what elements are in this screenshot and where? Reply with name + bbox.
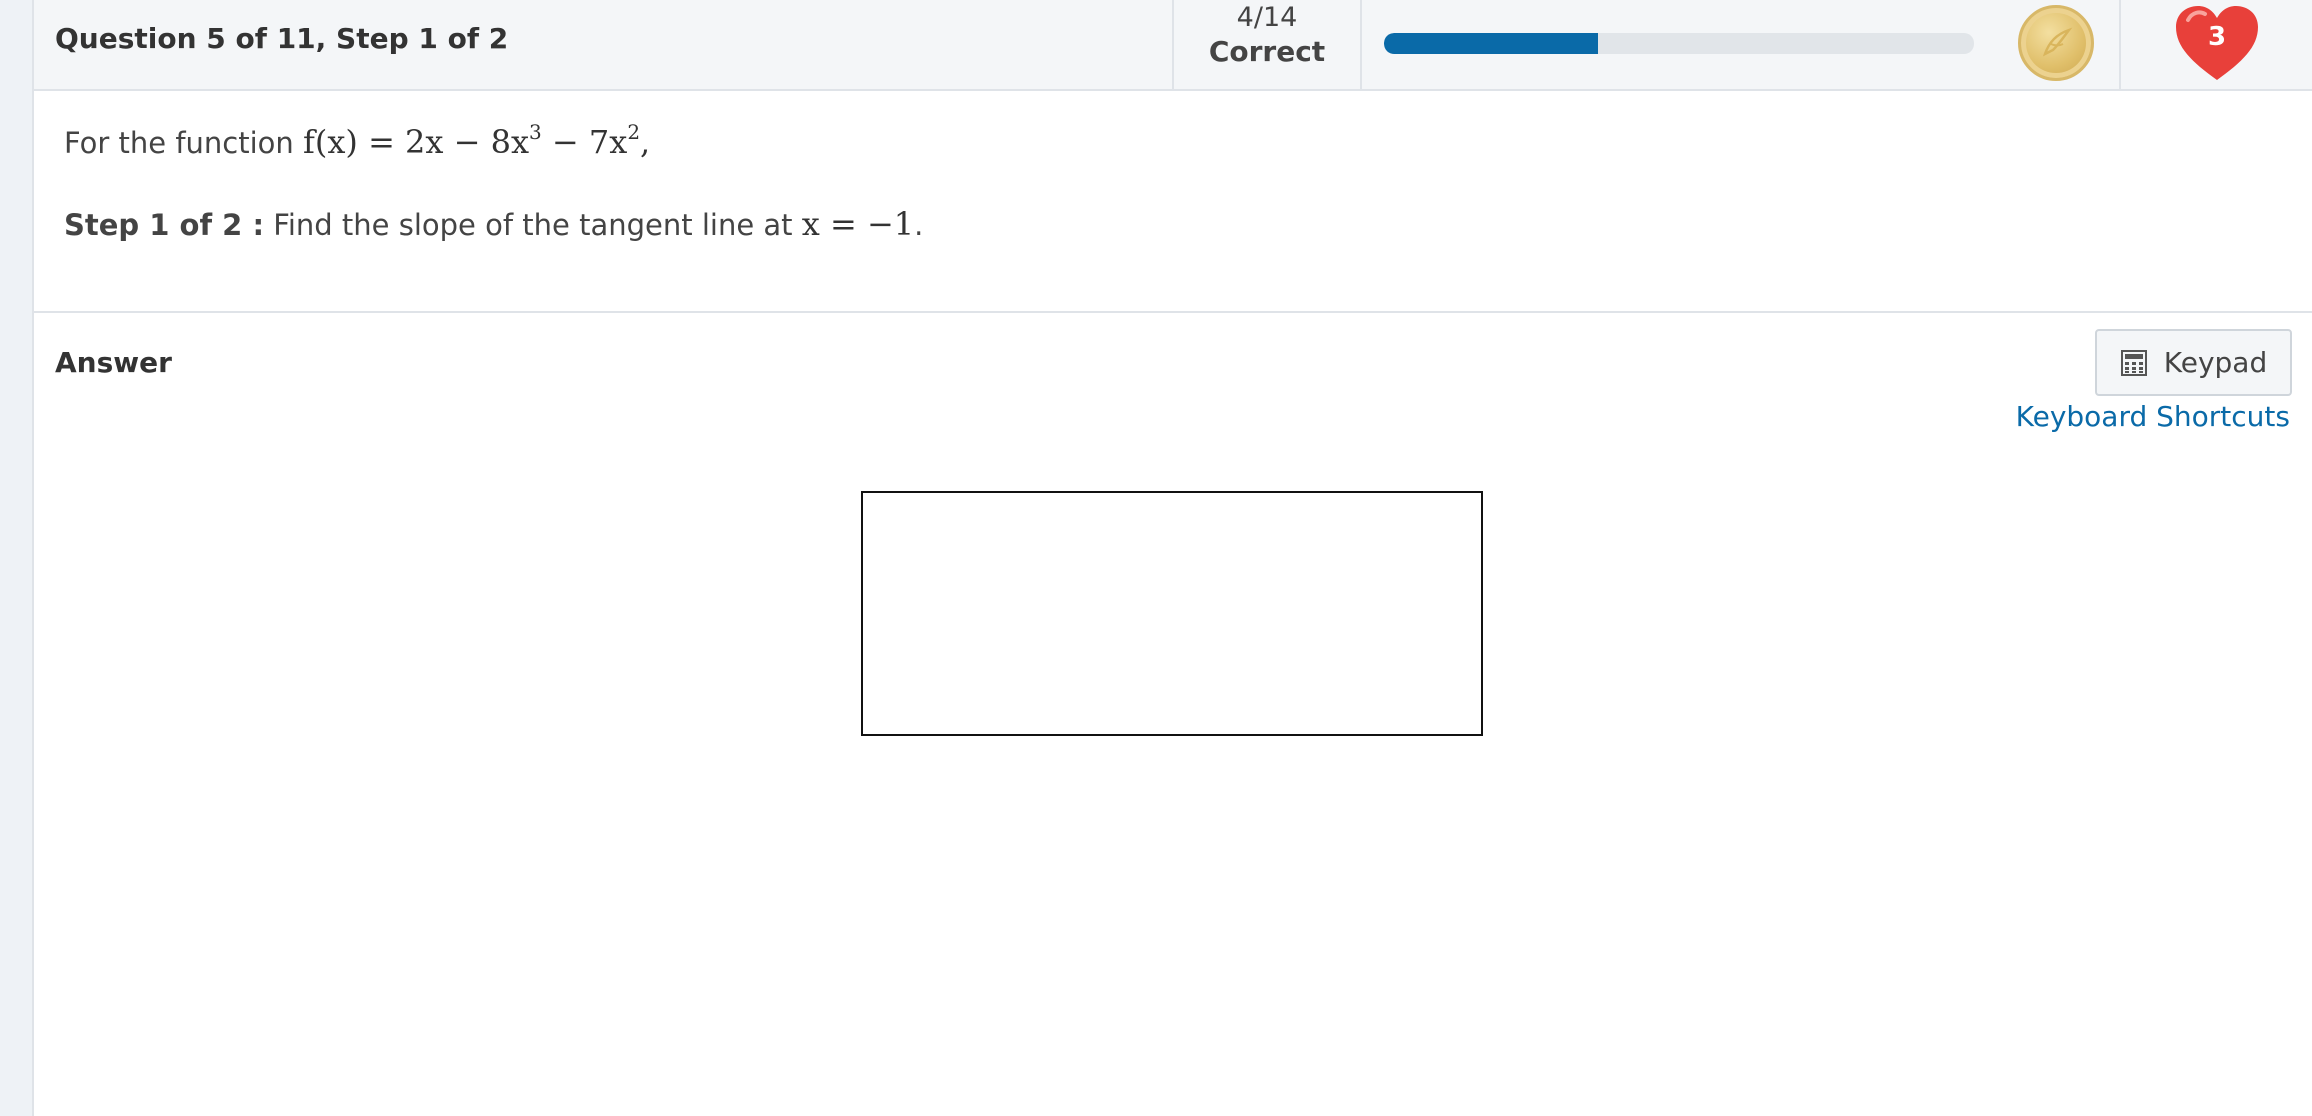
- function-lhs: f(x): [303, 123, 358, 161]
- step-prompt: Step 1 of 2 : Find the slope of the tang…: [64, 205, 923, 243]
- function-trailing-comma: ,: [640, 123, 651, 161]
- function-term-1: 2x: [405, 123, 444, 161]
- keyboard-shortcuts-link[interactable]: Keyboard Shortcuts: [2016, 400, 2290, 433]
- coin-icon: [2018, 5, 2094, 81]
- keypad-label: Keypad: [2163, 346, 2268, 379]
- question-intro: For the function: [64, 126, 294, 160]
- question-area: For the function f(x) = 2x − 8x3 − 7x2, …: [34, 91, 2312, 313]
- function-term-3: 7x: [588, 123, 628, 161]
- function-term-2: 8x: [490, 123, 530, 161]
- function-equals: =: [368, 123, 395, 161]
- lives-heart: 3: [2172, 2, 2262, 84]
- score-display: 4/14 Correct: [1172, 0, 1362, 89]
- step-label: Step 1 of 2 :: [64, 208, 265, 242]
- answer-input[interactable]: [861, 491, 1483, 736]
- header-divider: [2119, 0, 2121, 89]
- function-op-2: −: [551, 123, 579, 161]
- calculator-icon: [2120, 349, 2147, 376]
- lives-count: 3: [2207, 22, 2227, 52]
- step-trailing-period: .: [914, 208, 924, 242]
- function-expression: f(x) = 2x − 8x3 − 7x2,: [303, 120, 651, 161]
- main-panel: Question 5 of 11, Step 1 of 2 4/14 Corre…: [32, 0, 2312, 1116]
- step-math: x = −1: [801, 205, 915, 243]
- progress-bar: [1384, 33, 1974, 54]
- progress-bar-fill: [1384, 33, 1598, 54]
- function-term-2-exponent: 3: [529, 120, 542, 144]
- keypad-button[interactable]: Keypad: [2095, 329, 2292, 396]
- function-op-1: −: [453, 123, 481, 161]
- question-header: Question 5 of 11, Step 1 of 2 4/14 Corre…: [34, 0, 2312, 91]
- score-count: 4/14: [1236, 2, 1298, 33]
- question-title: Question 5 of 11, Step 1 of 2: [55, 22, 509, 55]
- question-prompt: For the function f(x) = 2x − 8x3 − 7x2,: [64, 120, 651, 161]
- score-label: Correct: [1208, 35, 1326, 68]
- answer-label: Answer: [55, 346, 172, 379]
- step-text: Find the slope of the tangent line at: [273, 208, 793, 242]
- function-term-3-exponent: 2: [627, 120, 641, 144]
